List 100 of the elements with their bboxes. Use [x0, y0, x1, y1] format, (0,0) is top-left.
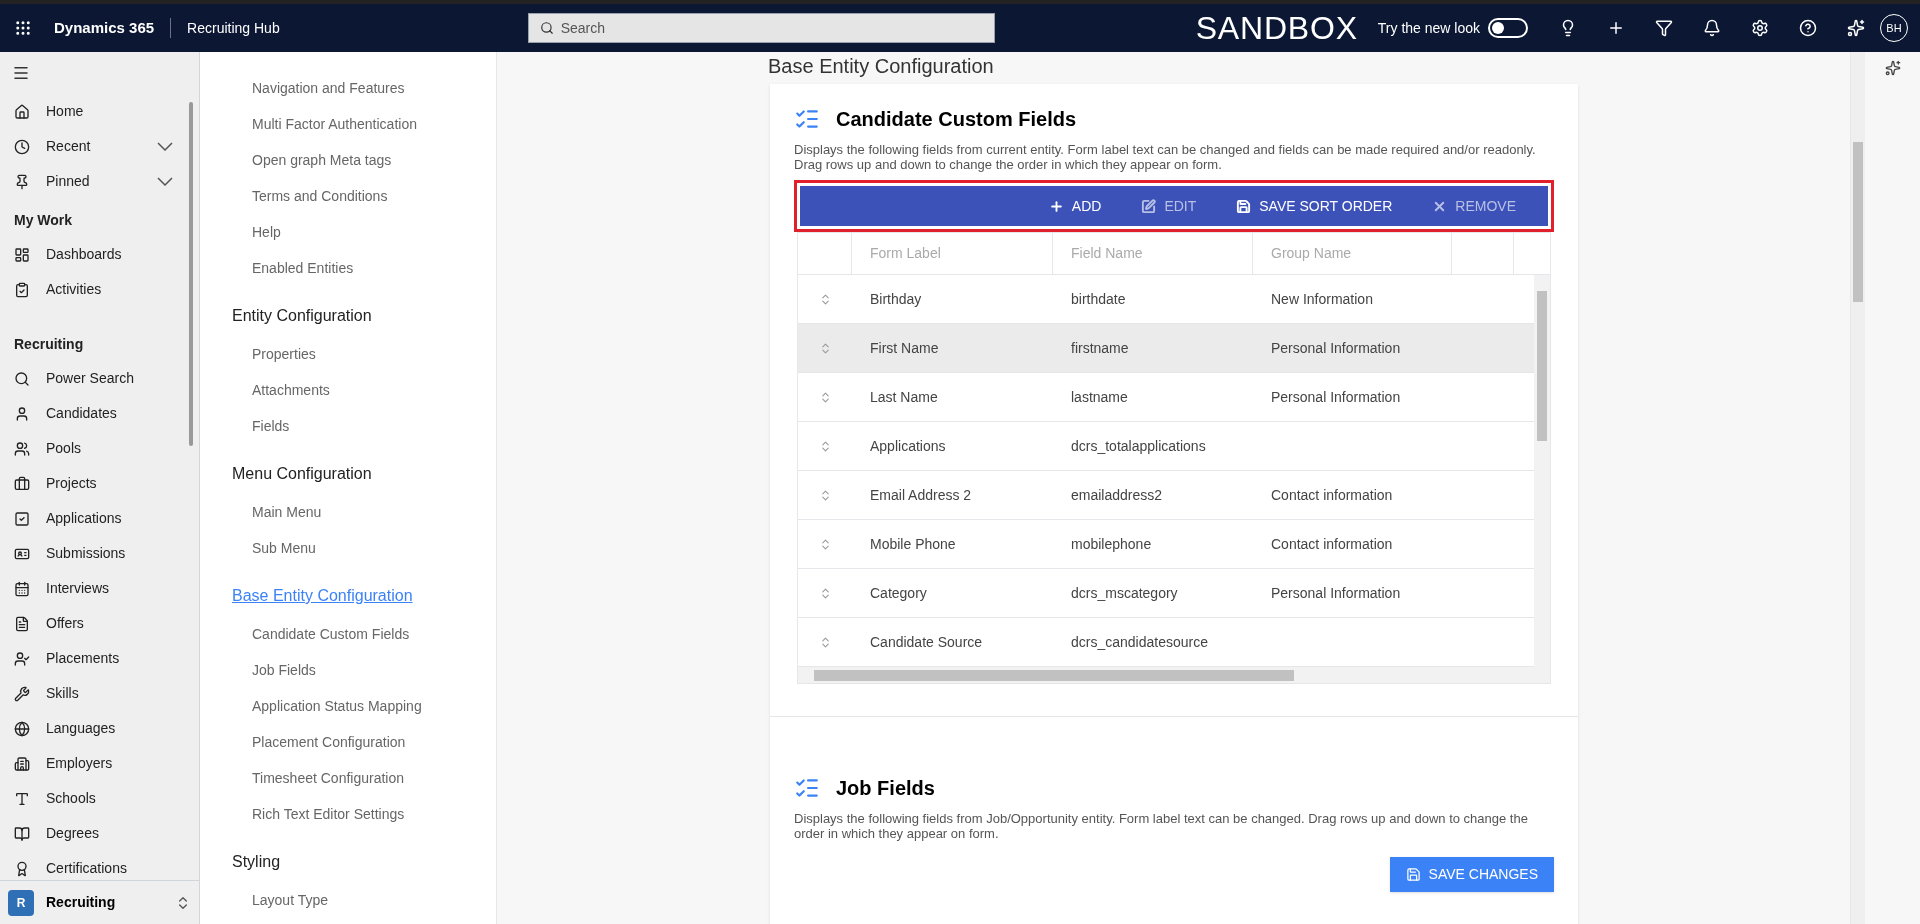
settings-nav-link[interactable]: Help [200, 214, 496, 250]
table-cell-text: dcrs_candidatesource [1071, 632, 1208, 652]
nav-item[interactable]: Languages [0, 711, 199, 746]
settings-nav-link[interactable]: Open graph Meta tags [200, 142, 496, 178]
nav-item[interactable]: Degrees [0, 816, 199, 851]
settings-nav-link[interactable]: Timesheet Configuration [200, 760, 496, 796]
nav-item[interactable]: Pools [0, 431, 199, 466]
save-icon [1405, 867, 1421, 882]
section-title: Job Fields [836, 776, 935, 801]
horizontal-scrollbar[interactable] [798, 667, 1550, 683]
area-name[interactable]: Recruiting Hub [179, 17, 288, 39]
nav-item[interactable]: Dashboards [0, 237, 199, 272]
toolbar-button[interactable]: SAVE SORT ORDER [1220, 186, 1409, 226]
nav-item[interactable]: Certifications [0, 851, 199, 880]
building-icon [14, 755, 30, 772]
toggle-switch[interactable] [1488, 18, 1528, 38]
table-cell-text: dcrs_totalapplications [1071, 436, 1206, 456]
nav-item[interactable]: Submissions [0, 536, 199, 571]
nav-item[interactable]: Employers [0, 746, 199, 781]
nav-item[interactable]: Candidates [0, 396, 199, 431]
calendar-icon [14, 580, 30, 597]
pin-icon [14, 173, 30, 190]
table-cell-text: firstname [1071, 338, 1129, 358]
nav-item[interactable]: Projects [0, 466, 199, 501]
section-description: Displays the following fields from current entity. Form label text can be changed and fields can be made required and/or readonly. Drag rows up and down to change the order in which they appear on form. [794, 142, 1537, 172]
settings-nav-link[interactable]: Navigation and Features [200, 70, 496, 106]
grid-icon [14, 19, 32, 37]
people-icon [14, 440, 30, 457]
settings-nav-link[interactable]: Properties [200, 336, 496, 372]
settings-nav-link[interactable]: Attachments [200, 372, 496, 408]
table-cell-text: First Name [870, 338, 939, 358]
table-cell-text: Candidate Source [870, 632, 983, 652]
area-initial: R [8, 889, 34, 916]
nav-item[interactable]: Activities [0, 272, 199, 307]
section-heading: Styling [231, 852, 282, 872]
search-field[interactable]: Search [527, 13, 995, 43]
save-changes-button[interactable]: SAVE CHANGES [1389, 857, 1554, 892]
settings-nav-link[interactable]: Terms and Conditions [200, 178, 496, 214]
table-cell-text: Personal Information [1271, 583, 1401, 603]
table-cell-text: Applications [870, 436, 946, 456]
settings-nav-link[interactable]: Fields [200, 408, 496, 444]
chevron-down-icon [157, 142, 173, 151]
home-icon [14, 103, 30, 120]
area-label: Recruiting [46, 893, 117, 912]
table-cell-text: dcrs_mscategory [1071, 583, 1178, 603]
settings-nav-link[interactable]: Placement Configuration [200, 724, 496, 760]
settings-nav-link[interactable]: Candidate Custom Fields [200, 616, 496, 652]
nav-item[interactable]: Pinned [0, 164, 199, 199]
nav-item[interactable]: Skills [0, 676, 199, 711]
section-link[interactable]: Base Entity Configuration [200, 576, 496, 616]
clipboard-icon [14, 281, 30, 298]
menu-icon [12, 64, 30, 82]
plus-icon [1048, 198, 1064, 214]
settings-nav-link[interactable]: Main Menu [200, 494, 496, 530]
table-cell-text: mobilephone [1071, 534, 1152, 554]
nav-section-title: Recruiting [13, 334, 85, 354]
nav-item[interactable]: Power Search [0, 361, 199, 396]
table-cell-text: emailaddress2 [1071, 485, 1163, 505]
table-row[interactable]: First Name firstname Personal Information [798, 324, 1534, 373]
table-cell-text: lastname [1071, 387, 1128, 407]
nav-item[interactable]: Schools [0, 781, 199, 816]
nav-item[interactable]: Interviews [0, 571, 199, 606]
nav-item[interactable]: Placements [0, 641, 199, 676]
nav-item[interactable]: Applications [0, 501, 199, 536]
settings-nav-link[interactable]: Multi Factor Authentication [200, 106, 496, 142]
checkbox-icon [14, 510, 30, 527]
settings-nav-link[interactable]: Job Fields [200, 652, 496, 688]
section-heading: Menu Configuration [231, 464, 373, 484]
clock-icon [14, 138, 30, 155]
table-cell-text: Category [870, 583, 927, 603]
app-name[interactable]: Dynamics 365 [46, 16, 163, 40]
section-heading: Entity Configuration [231, 306, 373, 326]
bell-icon [1703, 19, 1721, 37]
scrollbar-thumb[interactable] [189, 102, 193, 446]
settings-nav-link[interactable]: Layout Type [200, 882, 496, 918]
briefcase-icon [14, 475, 30, 492]
page-title: Base Entity Configuration [768, 54, 995, 79]
nav-item[interactable]: Home [0, 94, 199, 129]
vertical-scrollbar[interactable] [1534, 275, 1550, 667]
dashboard-icon [14, 246, 30, 263]
person-check-icon [14, 650, 30, 667]
table-cell-text: Mobile Phone [870, 534, 956, 554]
search-icon [14, 370, 30, 387]
settings-nav-link[interactable]: Enabled Entities [200, 250, 496, 286]
page-scrollbar[interactable] [1851, 52, 1865, 924]
sparkle-icon [1884, 60, 1901, 76]
toolbar-button[interactable]: ADD [1032, 186, 1118, 226]
settings-nav-link[interactable]: Rich Text Editor Settings [200, 796, 496, 832]
table-cell-text: Contact information [1271, 485, 1393, 505]
settings-nav-link[interactable]: Application Status Mapping [200, 688, 496, 724]
globe-icon [14, 720, 30, 737]
table-cell-text: New Information [1271, 289, 1373, 309]
table-cell-text: Email Address 2 [870, 485, 972, 505]
section-title: Candidate Custom Fields [836, 107, 1077, 132]
table-cell-text: Personal Information [1271, 338, 1401, 358]
environment-label: SANDBOX [1195, 9, 1358, 48]
nav-item[interactable]: Recent [0, 129, 199, 164]
nav-item[interactable]: Offers [0, 606, 199, 641]
edit-icon [1141, 198, 1157, 214]
settings-nav-link[interactable]: Sub Menu [200, 530, 496, 566]
